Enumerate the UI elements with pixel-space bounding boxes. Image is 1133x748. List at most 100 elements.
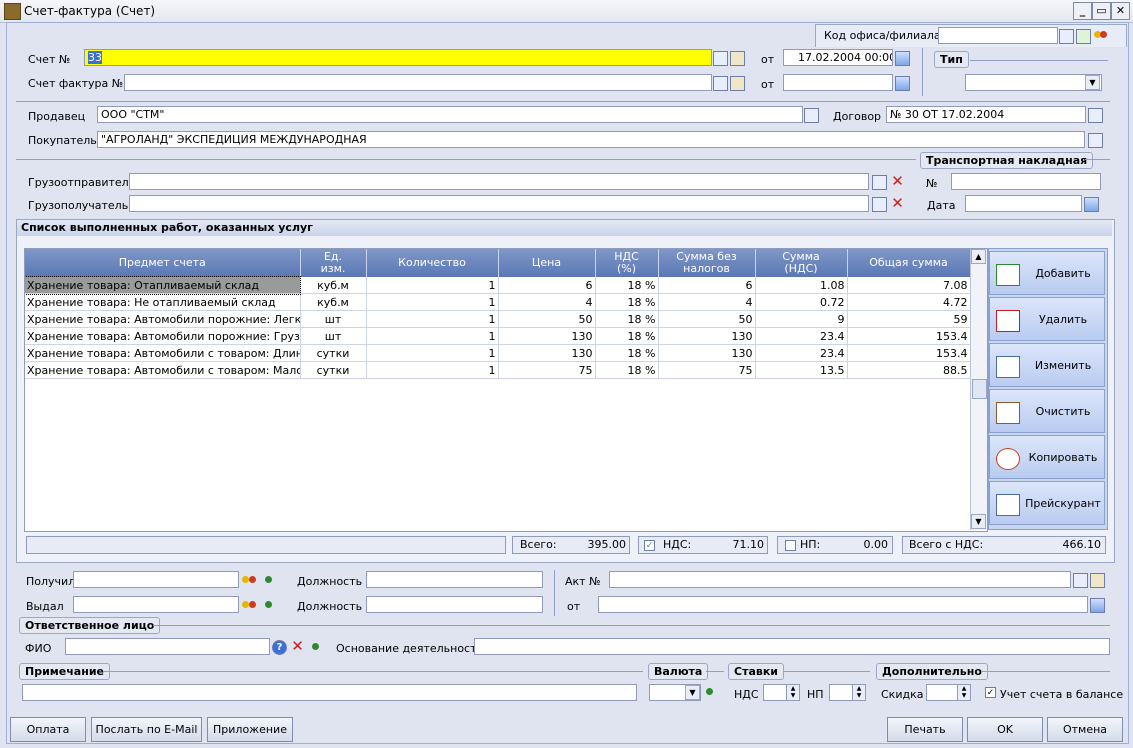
table-cell[interactable]: 1 (366, 327, 499, 345)
buyer-input[interactable]: "АГРОЛАНД" ЭКСПЕДИЦИЯ МЕЖДУНАРОДНАЯ (97, 131, 1085, 148)
export-icon[interactable] (1076, 29, 1091, 44)
table-cell[interactable]: Хранение товара: Автомобили порожние: Ле… (25, 310, 301, 328)
table-cell[interactable]: сутки (300, 344, 367, 362)
table-cell[interactable]: Хранение товара: Отапливаемый склад (25, 276, 301, 295)
list-icon[interactable] (1088, 108, 1103, 123)
column-header[interactable]: Сумма (НДС) (755, 249, 848, 277)
table-cell[interactable]: Хранение товара: Не отапливаемый склад (25, 293, 301, 311)
table-cell[interactable]: 7.08 (847, 277, 971, 294)
currency-icon[interactable] (703, 685, 718, 700)
office-input[interactable] (938, 27, 1058, 44)
table-cell[interactable]: 1 (366, 344, 499, 362)
table-cell[interactable]: 6 (658, 277, 756, 294)
table-cell[interactable]: 18 % (595, 361, 659, 379)
column-header[interactable]: НДС (%) (595, 249, 659, 277)
table-row[interactable]: Хранение товара: Не отапливаемый склад ку… (25, 293, 971, 311)
table-row[interactable]: Хранение товара: Автомобили порожние: Ле… (25, 310, 971, 328)
rates-np-input[interactable] (829, 684, 853, 701)
edit-button[interactable]: Изменить (989, 343, 1105, 387)
table-cell[interactable]: 153.4 (847, 344, 971, 362)
table-cell[interactable]: 18 % (595, 310, 659, 328)
table-cell[interactable]: сутки (300, 361, 367, 379)
table-row[interactable]: Хранение товара: Отапливаемый склад куб.м… (25, 276, 971, 295)
calendar-icon[interactable] (1084, 197, 1099, 212)
table-cell[interactable]: 13.5 (755, 361, 848, 379)
table-cell[interactable]: шт (300, 310, 367, 328)
table-cell[interactable]: куб.м (300, 293, 367, 311)
table-cell[interactable]: 130 (498, 327, 596, 345)
table-row[interactable]: Хранение товара: Автомобили с товаром: М… (25, 361, 971, 379)
clear-button[interactable]: Очистить (989, 389, 1105, 433)
pricelist-button[interactable]: Прейскурант (989, 481, 1105, 525)
table-cell[interactable]: 75 (658, 361, 756, 379)
table-cell[interactable]: 18 % (595, 327, 659, 345)
position-input[interactable] (366, 596, 543, 613)
column-header[interactable]: Общая сумма (847, 249, 971, 277)
table-cell[interactable]: 130 (658, 327, 756, 345)
scroll-down-icon[interactable]: ▼ (971, 514, 986, 529)
waybill-date-input[interactable] (965, 195, 1082, 212)
table-cell[interactable]: 75 (498, 361, 596, 379)
delete-button[interactable]: Удалить (989, 297, 1105, 341)
table-row[interactable]: Хранение товара: Автомобили с товаром: Д… (25, 344, 971, 362)
table-cell[interactable]: 1 (366, 293, 499, 311)
copy-button[interactable]: Копировать (989, 435, 1105, 479)
scroll-up-icon[interactable]: ▲ (971, 249, 986, 264)
calendar-icon[interactable] (1090, 598, 1105, 613)
consignee-input[interactable] (129, 195, 869, 212)
add-person-icon[interactable] (262, 598, 277, 613)
table-cell[interactable]: шт (300, 327, 367, 345)
scroll-thumb[interactable] (972, 379, 987, 399)
chevron-down-icon[interactable]: ▼ (685, 685, 700, 700)
table-cell[interactable]: 1 (366, 361, 499, 379)
list-icon[interactable] (1088, 133, 1103, 148)
column-header[interactable]: Количество (366, 249, 499, 277)
table-cell[interactable]: 18 % (595, 293, 659, 311)
table-cell[interactable]: Хранение товара: Автомобили с товаром: М… (25, 361, 301, 379)
minimize-button[interactable]: _ (1073, 2, 1092, 20)
table-cell[interactable]: 4 (498, 293, 596, 311)
discount-spinner[interactable]: ▲ ▼ (957, 684, 971, 701)
email-button[interactable]: Послать по E-Mail (91, 717, 202, 742)
column-header[interactable]: Сумма без налогов (658, 249, 756, 277)
calendar-icon[interactable] (895, 76, 910, 91)
received-input[interactable] (73, 571, 239, 588)
table-cell[interactable]: 50 (658, 310, 756, 328)
clear-icon[interactable]: ✕ (290, 639, 305, 654)
table-cell[interactable]: Хранение товара: Автомобили порожние: Гр… (25, 327, 301, 345)
tools-icon[interactable] (1090, 573, 1105, 588)
tools-icon[interactable] (730, 76, 745, 91)
vat-checkbox[interactable]: ✓ (644, 540, 655, 551)
waybill-number-input[interactable] (951, 173, 1101, 190)
maximize-button[interactable]: ▭ (1092, 2, 1111, 20)
seller-input[interactable]: ООО "СТМ" (97, 106, 803, 123)
help-icon[interactable]: ? (272, 640, 287, 655)
type-select[interactable] (965, 74, 1102, 91)
attachment-button[interactable]: Приложение (207, 717, 293, 742)
table-cell[interactable]: куб.м (300, 277, 367, 294)
balance-checkbox[interactable]: ✓ (985, 687, 996, 698)
contract-input[interactable]: № 30 ОТ 17.02.2004 (886, 106, 1086, 123)
table-cell[interactable]: 153.4 (847, 327, 971, 345)
vat-spinner[interactable]: ▲ ▼ (786, 684, 800, 701)
table-cell[interactable]: 88.5 (847, 361, 971, 379)
table-cell[interactable]: 50 (498, 310, 596, 328)
chevron-down-icon[interactable]: ▼ (1085, 75, 1100, 90)
rates-vat-input[interactable] (763, 684, 787, 701)
table-cell[interactable]: 130 (658, 344, 756, 362)
add-person-icon[interactable] (262, 573, 277, 588)
document-icon[interactable] (1073, 573, 1088, 588)
list-icon[interactable] (872, 197, 887, 212)
column-header[interactable]: Предмет счета (25, 249, 301, 277)
list-icon[interactable] (872, 175, 887, 190)
cancel-button[interactable]: Отмена (1047, 717, 1123, 742)
table-cell[interactable]: 1 (366, 277, 499, 294)
add-person-icon[interactable] (309, 640, 324, 655)
table-cell[interactable]: 1.08 (755, 277, 848, 294)
table-cell[interactable]: 6 (498, 277, 596, 294)
document-icon[interactable] (713, 51, 728, 66)
add-button[interactable]: Добавить (989, 251, 1105, 295)
column-header[interactable]: Ед. изм. (300, 249, 367, 277)
table-row[interactable]: Хранение товара: Автомобили порожние: Гр… (25, 327, 971, 345)
np-checkbox[interactable] (785, 540, 796, 551)
